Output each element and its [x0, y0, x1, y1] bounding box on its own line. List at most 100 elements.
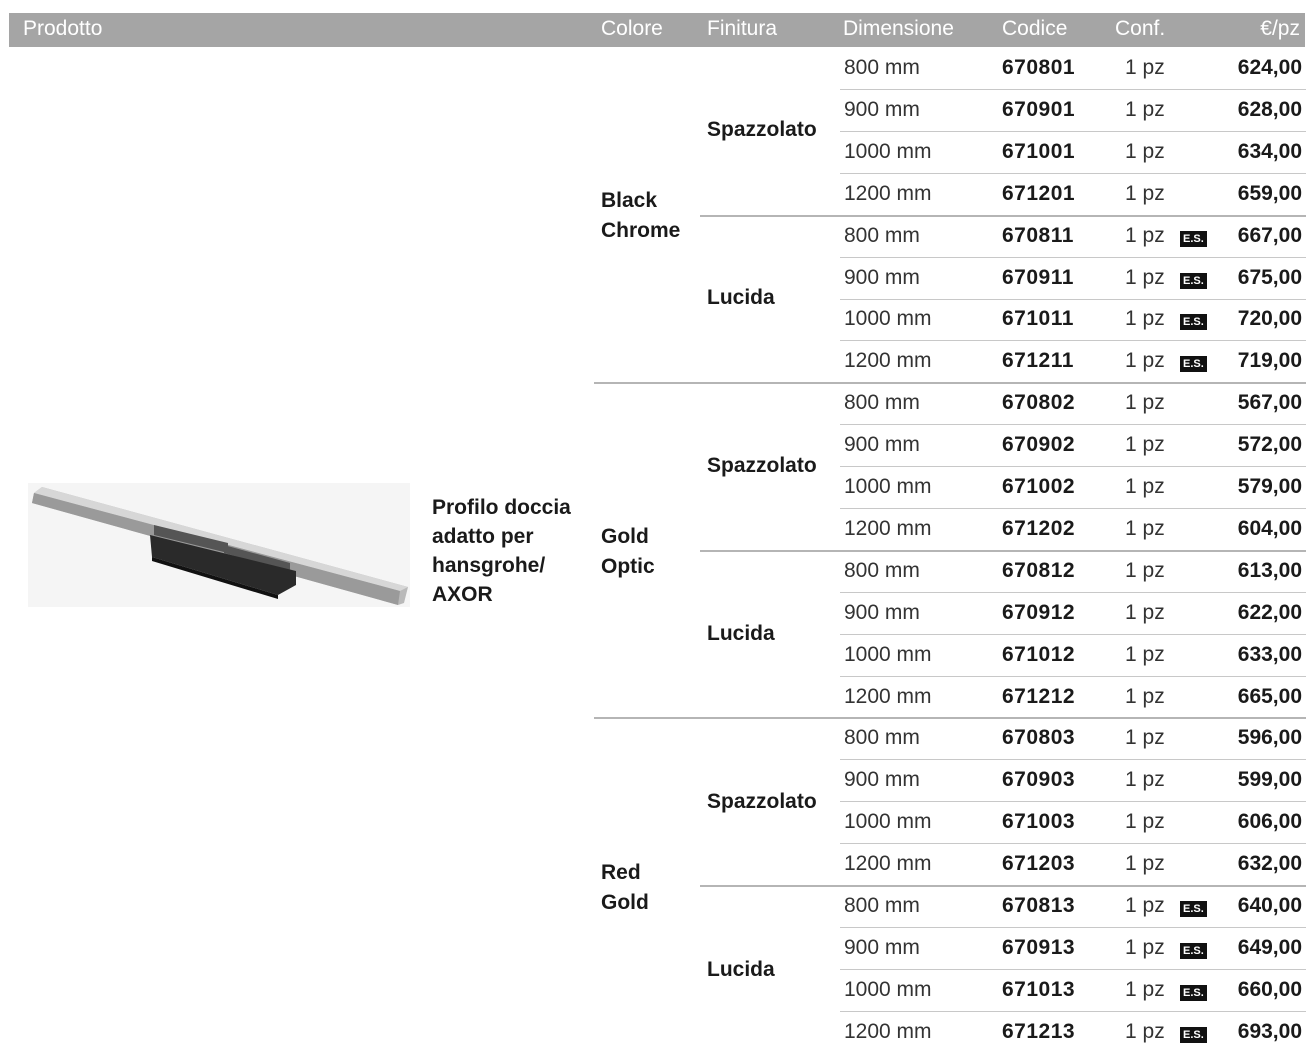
code-cell: 671212: [1002, 684, 1076, 708]
table-row: 1200 mm 671211 1 pz E.S. 719,00: [840, 341, 1306, 383]
product-name: Profilo doccia adatto per hansgrohe/ AXO…: [432, 493, 582, 609]
dimension-cell: 900 mm: [844, 433, 920, 457]
price-cell: 633,00: [1237, 642, 1302, 666]
code-cell: 670801: [1002, 56, 1076, 79]
table-row: 900 mm 670912 1 pz 622,00: [840, 593, 1306, 635]
table-row: 1000 mm 671001 1 pz 634,00: [840, 132, 1306, 174]
dimension-cell: 900 mm: [844, 935, 920, 959]
color-label-line: Gold: [601, 891, 649, 914]
price-cell: 659,00: [1237, 181, 1302, 205]
conf-cell: 1 pz: [1125, 139, 1165, 163]
code-cell: 671203: [1002, 852, 1076, 876]
code-cell: 670813: [1002, 894, 1076, 917]
dimension-cell: 900 mm: [844, 600, 920, 624]
price-cell: 667,00: [1237, 223, 1302, 247]
dimension-cell: 1200 mm: [844, 181, 932, 205]
table-row: 1200 mm 671201 1 pz 659,00: [840, 174, 1306, 216]
code-cell: 671201: [1002, 181, 1076, 205]
table-row: 800 mm 670802 1 pz 567,00: [840, 383, 1306, 426]
code-cell: 670802: [1002, 391, 1076, 415]
dimension-cell: 1200 mm: [844, 516, 932, 540]
conf-cell: 1 pz: [1125, 600, 1165, 624]
color-label-line: Red: [601, 861, 641, 884]
code-cell: 670901: [1002, 97, 1076, 121]
dimension-cell: 1000 mm: [844, 307, 932, 331]
table-row: 800 mm 670812 1 pz 613,00: [840, 551, 1306, 593]
code-cell: 670803: [1002, 726, 1076, 750]
price-cell: 622,00: [1237, 600, 1302, 624]
price-cell: 634,00: [1237, 139, 1302, 163]
dimension-cell: 800 mm: [844, 558, 920, 582]
color-label-line: Optic: [601, 555, 655, 578]
price-cell: 719,00: [1237, 349, 1302, 373]
conf-cell: 1 pz: [1125, 935, 1165, 959]
es-badge: E.S.: [1180, 314, 1207, 331]
es-badge: E.S.: [1180, 356, 1207, 373]
conf-cell: 1 pz: [1125, 391, 1165, 415]
dimension-cell: 1000 mm: [844, 642, 932, 666]
conf-cell: 1 pz: [1125, 516, 1165, 540]
code-cell: 671001: [1002, 139, 1076, 163]
dimension-cell: 1000 mm: [844, 810, 932, 834]
table-row: 900 mm 670901 1 pz 628,00: [840, 90, 1306, 132]
es-badge: E.S.: [1180, 1026, 1207, 1043]
conf-cell: 1 pz: [1125, 97, 1165, 121]
dimension-cell: 800 mm: [844, 56, 920, 79]
conf-cell: 1 pz: [1125, 558, 1165, 582]
price-cell: 604,00: [1237, 516, 1302, 540]
price-cell: 665,00: [1237, 684, 1302, 708]
color-label-line: Gold: [601, 525, 649, 548]
table-row: 1000 mm 671002 1 pz 579,00: [840, 467, 1306, 509]
conf-cell: 1 pz: [1125, 475, 1165, 498]
finish-label: Lucida: [707, 622, 775, 645]
code-cell: 671211: [1002, 349, 1074, 373]
color-label: Red Gold: [601, 858, 696, 918]
conf-cell: 1 pz: [1125, 977, 1165, 1001]
table-row: 900 mm 670911 1 pz E.S. 675,00: [840, 258, 1306, 300]
price-cell: 693,00: [1237, 1019, 1302, 1043]
finish-label: Spazzolato: [707, 790, 817, 813]
conf-cell: 1 pz: [1125, 894, 1165, 917]
es-badge: E.S.: [1180, 230, 1207, 247]
price-cell: 596,00: [1237, 726, 1302, 750]
header-finitura: Finitura: [707, 17, 778, 40]
finish-label: Lucida: [707, 958, 775, 981]
table-row: 900 mm 670913 1 pz E.S. 649,00: [840, 928, 1306, 970]
table-row: 1000 mm 671003 1 pz 606,00: [840, 802, 1306, 845]
code-cell: 670913: [1002, 935, 1076, 959]
price-cell: 613,00: [1237, 558, 1302, 582]
conf-cell: 1 pz: [1125, 768, 1165, 792]
finish-label: Spazzolato: [707, 118, 817, 141]
conf-cell: 1 pz: [1125, 852, 1165, 876]
code-cell: 670903: [1002, 768, 1076, 792]
dimension-cell: 1000 mm: [844, 475, 932, 498]
table-row: 800 mm 670811 1 pz E.S. 667,00: [840, 216, 1306, 258]
price-cell: 567,00: [1237, 391, 1302, 415]
product-name-line: hansgrohe/: [432, 554, 546, 577]
conf-cell: 1 pz: [1125, 223, 1165, 247]
conf-cell: 1 pz: [1125, 307, 1165, 331]
table-row: 1200 mm 671202 1 pz 604,00: [840, 509, 1306, 551]
code-cell: 670811: [1002, 223, 1074, 247]
conf-cell: 1 pz: [1125, 265, 1165, 289]
color-label: Black Chrome: [601, 186, 696, 246]
product-name-line: AXOR: [432, 583, 493, 606]
price-cell: 579,00: [1237, 475, 1302, 498]
table-row: 1000 mm 671011 1 pz E.S. 720,00: [840, 299, 1306, 342]
price-cell: 640,00: [1237, 894, 1302, 917]
table-row: 900 mm 670903 1 pz 599,00: [840, 760, 1306, 803]
conf-cell: 1 pz: [1125, 349, 1165, 373]
dimension-cell: 900 mm: [844, 768, 920, 792]
code-cell: 670902: [1002, 433, 1076, 457]
finish-label: Lucida: [707, 286, 775, 309]
price-cell: 599,00: [1237, 768, 1302, 792]
header-conf: Conf.: [1115, 17, 1166, 40]
price-cell: 649,00: [1237, 935, 1302, 959]
es-badge: E.S.: [1180, 984, 1207, 1001]
table-row: 1000 mm 671013 1 pz E.S. 660,00: [840, 970, 1306, 1012]
product-image: [28, 483, 410, 607]
code-cell: 671011: [1002, 307, 1074, 331]
es-badge: E.S.: [1180, 272, 1207, 289]
dimension-cell: 1200 mm: [844, 684, 932, 708]
dimension-cell: 1200 mm: [844, 852, 932, 876]
